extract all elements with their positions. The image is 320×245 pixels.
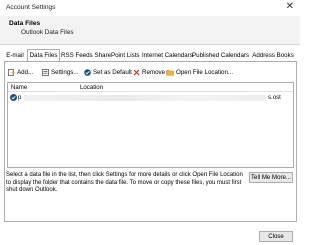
redacted-location-bar: [24, 95, 266, 101]
column-header-location[interactable]: Location: [80, 84, 103, 91]
default-checkmark-icon: [10, 94, 17, 101]
set-default-label: Set as Default: [93, 69, 132, 76]
remove-label: Remove: [142, 69, 166, 76]
add-label: Add...: [17, 69, 34, 76]
add-file-icon: [8, 69, 15, 76]
dialog-header: Data Files Outlook Data Files: [0, 16, 300, 44]
checkmark-circle-icon: [84, 69, 91, 76]
open-file-location-button[interactable]: Open File Location...: [166, 67, 233, 78]
tab-address-books[interactable]: Address Books: [250, 50, 296, 61]
set-default-button[interactable]: Set as Default: [84, 67, 132, 78]
account-settings-window: Account Settings ✕ Data Files Outlook Da…: [0, 0, 300, 245]
toolbar: Add... Settings... Set as Default Remove…: [6, 67, 296, 78]
folder-icon: [166, 69, 174, 76]
tab-rss-feeds[interactable]: RSS Feeds: [61, 50, 93, 61]
tab-sharepoint-lists[interactable]: SharePoint Lists: [93, 50, 141, 61]
remove-icon: [133, 69, 140, 76]
close-icon[interactable]: ✕: [286, 2, 294, 12]
info-text: Select a data file in the list, then cli…: [6, 172, 243, 194]
header-title: Data Files: [9, 20, 41, 27]
header-divider: [0, 44, 300, 45]
window-title: Account Settings: [6, 4, 56, 11]
settings-icon: [42, 69, 49, 76]
column-header-name[interactable]: Name: [11, 84, 27, 91]
tab-internet-calendars[interactable]: Internet Calendars: [142, 50, 193, 61]
header-subtitle: Outlook Data Files: [21, 29, 74, 36]
file-location: s.ost: [268, 94, 281, 101]
list-item[interactable]: p s.ost: [8, 94, 293, 103]
tab-data-files[interactable]: Data Files: [27, 49, 60, 61]
list-header: Name Location: [8, 83, 293, 92]
tab-published-calendars[interactable]: Published Calendars: [192, 50, 249, 61]
remove-button[interactable]: Remove: [133, 67, 165, 78]
settings-label: Settings...: [51, 69, 79, 76]
data-files-list[interactable]: Name Location p s.ost: [7, 82, 294, 168]
tab-strip: E-mail Data Files RSS Feeds SharePoint L…: [4, 49, 300, 61]
tab-email[interactable]: E-mail: [4, 50, 26, 61]
settings-button[interactable]: Settings...: [42, 67, 79, 78]
tell-me-more-button[interactable]: Tell Me More...: [249, 172, 293, 183]
close-button[interactable]: Close: [259, 231, 293, 242]
title-bar: Account Settings ✕: [0, 0, 300, 16]
open-location-label: Open File Location...: [176, 69, 234, 76]
file-name: p: [18, 94, 22, 101]
add-button[interactable]: Add...: [8, 67, 33, 78]
